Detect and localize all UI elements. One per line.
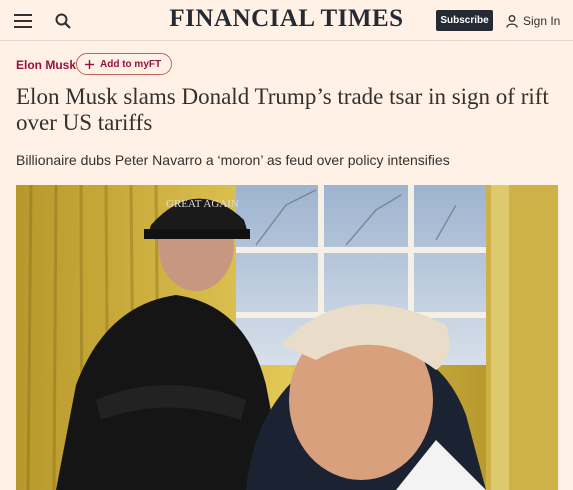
standfirst: Billionaire dubs Peter Navarro a ‘moron’…: [16, 152, 450, 168]
subscribe-button[interactable]: Subscribe: [436, 10, 493, 31]
add-to-myft-button[interactable]: Add to myFT: [76, 53, 173, 75]
myft-label: Add to myFT: [100, 58, 162, 70]
topic-link[interactable]: Elon Musk: [16, 58, 76, 72]
signin-link[interactable]: Sign In: [506, 12, 560, 30]
hat-text: GREAT AGAIN: [166, 198, 239, 210]
headline: Elon Musk slams Donald Trump’s trade tsa…: [16, 84, 549, 135]
site-header: FINANCIAL TIMES Subscribe Sign In: [0, 0, 573, 41]
plus-icon: [85, 59, 94, 69]
article-photo: GREAT AGAIN: [16, 185, 558, 490]
user-icon: [506, 14, 518, 28]
signin-label: Sign In: [523, 14, 561, 28]
